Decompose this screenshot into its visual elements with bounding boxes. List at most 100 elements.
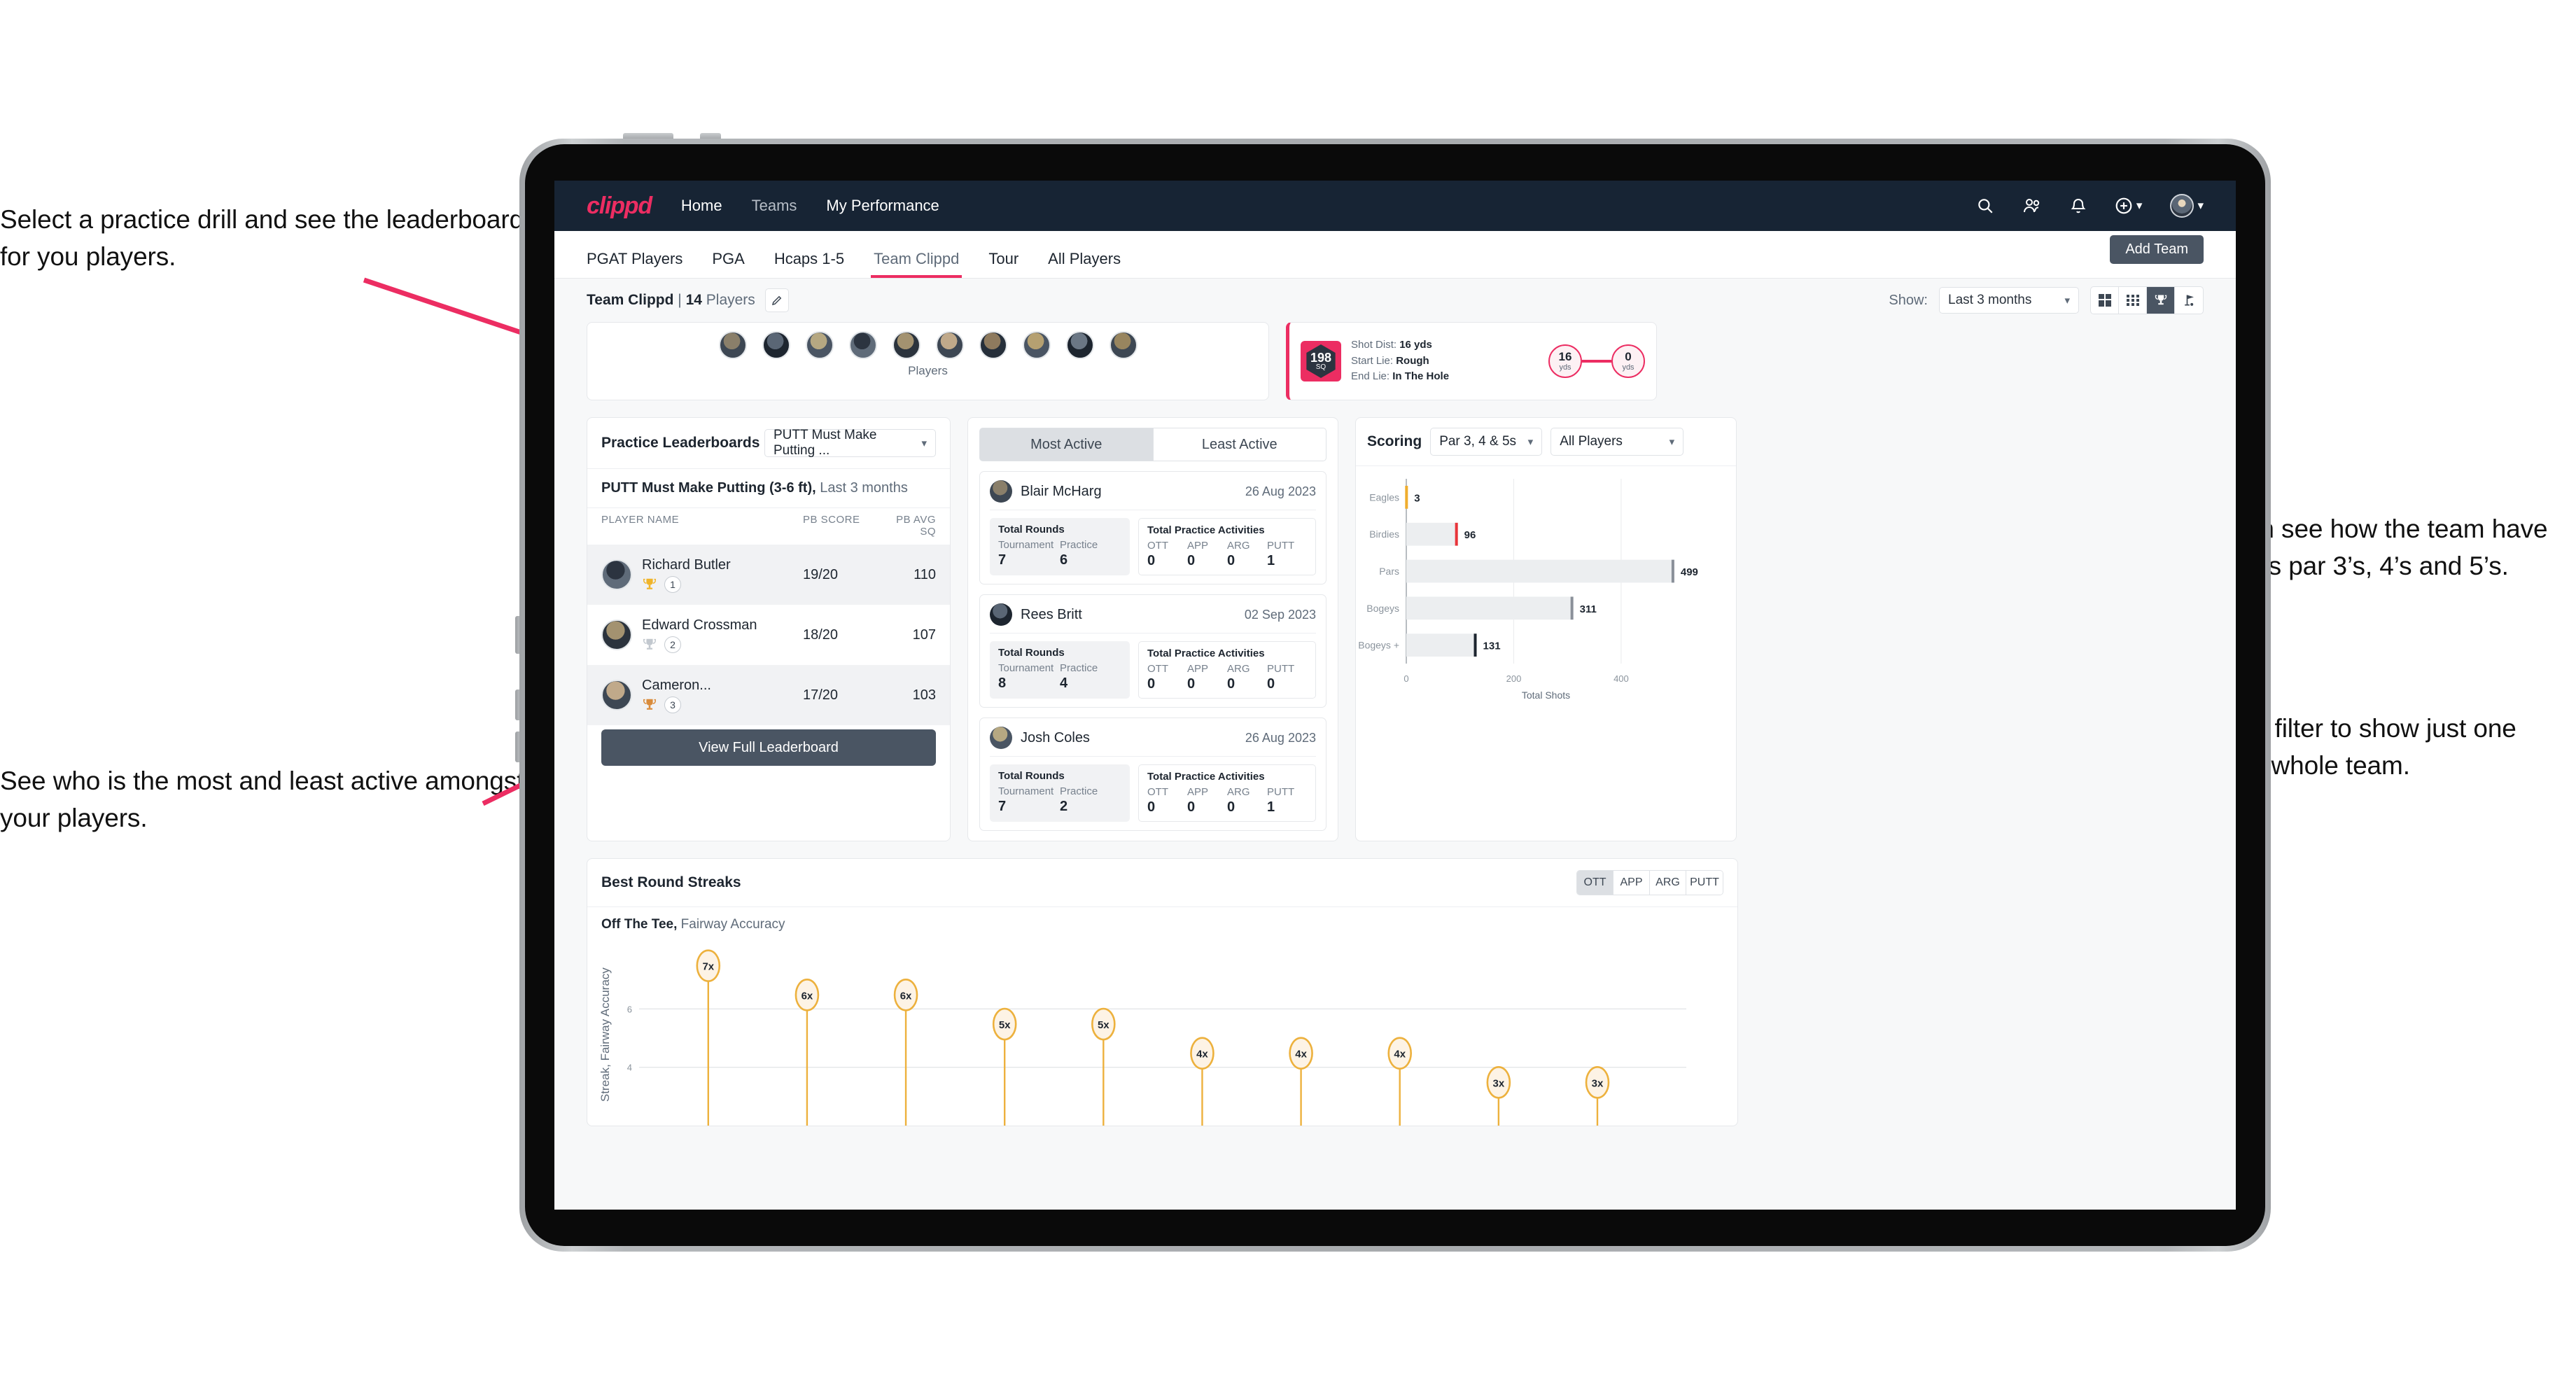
trophy-icon xyxy=(643,699,656,710)
avatar xyxy=(601,680,632,710)
end-lie-label: End Lie: xyxy=(1351,370,1390,383)
player-info: Richard Butler 1 xyxy=(642,557,803,593)
streaks-chart-svg: 4 6 7x 6x 6x 5x 5x 4x 4x 4x 3x 3x xyxy=(627,949,1686,1126)
streaks-header: Best Round Streaks OTT APP ARG PUTT xyxy=(587,859,1737,906)
avatar xyxy=(601,620,632,650)
people-icon[interactable] xyxy=(2022,197,2042,215)
player-avatar[interactable] xyxy=(1022,331,1051,359)
tab-team-clippd[interactable]: Team Clippd xyxy=(871,250,962,278)
activities-title: Total Practice Activities xyxy=(1147,771,1265,783)
par-filter-select[interactable]: Par 3, 4 & 5s ▾ xyxy=(1430,428,1543,456)
streaks-y-axis-label: Streak, Fairway Accuracy xyxy=(598,967,612,1102)
activity-label: APP xyxy=(1187,540,1209,552)
y-tick-label: 4 xyxy=(627,1063,632,1073)
total-practice-activities-box: Total Practice Activities OTT 0 APP 0 AR… xyxy=(1138,764,1316,822)
tab-most-active[interactable]: Most Active xyxy=(979,428,1154,461)
total-rounds-box: Total Rounds Tournament 7 Practice 6 xyxy=(990,518,1130,575)
tab-pga[interactable]: PGA xyxy=(712,250,744,278)
nav-link-home[interactable]: Home xyxy=(681,197,722,215)
flag-icon[interactable] xyxy=(2175,287,2203,314)
activity-label: ARG xyxy=(1227,786,1250,798)
player-avatar[interactable] xyxy=(979,331,1007,359)
bar-cap xyxy=(1405,486,1408,509)
list-item[interactable]: Josh Coles 26 Aug 2023 Total Rounds Tour… xyxy=(979,718,1326,831)
streaks-title: Best Round Streaks xyxy=(601,874,741,890)
activity-label: PUTT xyxy=(1267,663,1295,675)
tab-hcaps-1-5[interactable]: Hcaps 1-5 xyxy=(774,250,844,278)
list-item[interactable]: Rees Britt 02 Sep 2023 Total Rounds Tour… xyxy=(979,594,1326,708)
streak-marker-label: 3x xyxy=(1493,1077,1505,1089)
table-row[interactable]: Cameron... 3 17/20 103 xyxy=(587,665,950,725)
player-filter-select[interactable]: All Players ▾ xyxy=(1550,428,1684,456)
activity-arg: ARG 0 xyxy=(1227,663,1267,692)
player-avatar[interactable] xyxy=(848,331,877,359)
search-icon[interactable] xyxy=(1976,197,1994,215)
activity-ott: OTT 0 xyxy=(1147,786,1187,816)
bar-track xyxy=(1406,596,1574,620)
nav-link-my-performance[interactable]: My Performance xyxy=(826,197,939,215)
tab-all-players[interactable]: All Players xyxy=(1048,250,1121,278)
streak-marker-label: 4x xyxy=(1394,1049,1406,1060)
segment-arg[interactable]: ARG xyxy=(1650,871,1686,895)
practice-label: Practice xyxy=(1060,785,1098,797)
player-avatar[interactable] xyxy=(718,331,747,359)
tablet-bezel: clippd Home Teams My Performance ▾ ▾ PGA… xyxy=(525,144,2265,1246)
x-tick-label: 400 xyxy=(1614,673,1629,684)
show-period-value: Last 3 months xyxy=(1948,293,2032,307)
clippd-logo[interactable]: clippd xyxy=(587,192,652,220)
segment-putt[interactable]: PUTT xyxy=(1686,871,1723,895)
activity-value: 0 xyxy=(1147,553,1156,568)
tournament-value: 7 xyxy=(998,799,1007,814)
tab-least-active[interactable]: Least Active xyxy=(1153,428,1326,461)
player-avatar[interactable] xyxy=(805,331,834,359)
player-avatar[interactable] xyxy=(892,331,920,359)
edit-pencil-icon[interactable] xyxy=(764,288,789,312)
shot-dist-value: 16 yds xyxy=(1399,339,1432,351)
nav-link-teams[interactable]: Teams xyxy=(752,197,797,215)
y-tick-label: 6 xyxy=(627,1004,632,1014)
segment-app[interactable]: APP xyxy=(1614,871,1650,895)
activity-label: ARG xyxy=(1227,663,1250,675)
tab-tour[interactable]: Tour xyxy=(988,250,1018,278)
grid-small-icon[interactable] xyxy=(2119,287,2147,314)
show-period-select[interactable]: Last 3 months ▾ xyxy=(1939,287,2079,314)
tab-pgat-players[interactable]: PGAT Players xyxy=(587,250,682,278)
pb-score: 17/20 xyxy=(803,687,839,703)
plus-circle-icon[interactable]: ▾ xyxy=(2115,197,2143,215)
activity-tabs: Most Active Least Active xyxy=(968,418,1338,461)
chevron-down-icon[interactable]: ▾ xyxy=(2197,199,2204,213)
list-item[interactable]: Blair McHarg 26 Aug 2023 Total Rounds To… xyxy=(979,471,1326,584)
activity-value: 0 xyxy=(1227,799,1236,815)
segment-ott[interactable]: OTT xyxy=(1577,871,1614,895)
bell-icon[interactable] xyxy=(2070,197,2087,215)
leaderboard-subtitle: PUTT Must Make Putting (3-6 ft), Last 3 … xyxy=(587,469,950,507)
streak-marker-label: 4x xyxy=(1196,1049,1208,1060)
bar-value-label: 311 xyxy=(1580,603,1597,615)
category-label: Birdies xyxy=(1369,528,1399,540)
player-avatar[interactable] xyxy=(935,331,964,359)
player-avatar[interactable] xyxy=(762,331,790,359)
player-avatar[interactable] xyxy=(1065,331,1094,359)
streak-marker-label: 3x xyxy=(1592,1077,1604,1089)
avatar[interactable]: ▾ xyxy=(2170,194,2204,218)
table-row[interactable]: Edward Crossman 2 18/20 107 xyxy=(587,605,950,665)
table-row[interactable]: Richard Butler 1 19/20 110 xyxy=(587,545,950,605)
leaderboard-rows: Richard Butler 1 19/20 110 Edward Crossm… xyxy=(587,545,950,725)
add-team-button[interactable]: Add Team xyxy=(2110,235,2204,264)
drill-select[interactable]: PUTT Must Make Putting ... ▾ xyxy=(764,428,936,458)
start-lie-line: Start Lie: Rough xyxy=(1351,354,1449,370)
top-cards-row: Players 198 SQ Shot Dist: 16 yds Start L… xyxy=(587,322,2204,400)
x-tick-label: 200 xyxy=(1506,673,1522,684)
rank-group: 3 xyxy=(642,696,803,713)
bar-value-label: 96 xyxy=(1464,529,1476,541)
activity-label: APP xyxy=(1187,663,1209,675)
player-header: Josh Coles 26 Aug 2023 xyxy=(990,727,1316,756)
activity-label: PUTT xyxy=(1267,786,1295,798)
player-avatar[interactable] xyxy=(1109,331,1138,359)
chevron-down-icon[interactable]: ▾ xyxy=(2136,199,2143,213)
view-full-leaderboard-button[interactable]: View Full Leaderboard xyxy=(601,729,936,766)
grid-large-icon[interactable] xyxy=(2091,287,2119,314)
trophy-icon[interactable] xyxy=(2147,287,2175,314)
bar-track xyxy=(1406,634,1477,657)
category-label: Eagles xyxy=(1369,491,1399,503)
